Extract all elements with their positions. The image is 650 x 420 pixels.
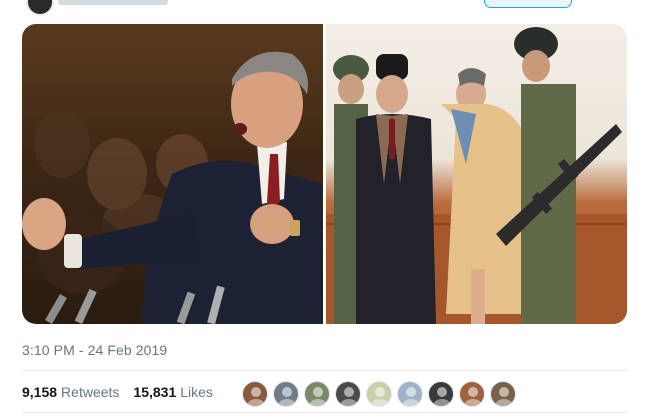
liker-4-avatar[interactable] bbox=[335, 381, 361, 407]
avatar-figure-icon bbox=[278, 387, 296, 406]
avatar-figure-icon bbox=[340, 387, 358, 406]
liker-7-avatar[interactable] bbox=[428, 381, 454, 407]
liker-6-avatar[interactable] bbox=[397, 381, 423, 407]
avatar-figure-icon bbox=[402, 387, 420, 406]
avatar-figure-icon bbox=[371, 387, 389, 406]
liker-2-avatar[interactable] bbox=[273, 381, 299, 407]
liker-9-avatar[interactable] bbox=[490, 381, 516, 407]
likes-count: 15,831 bbox=[133, 384, 177, 400]
avatar-figure-icon bbox=[309, 387, 327, 406]
avatar-figure-icon bbox=[495, 387, 513, 406]
author-avatar[interactable] bbox=[26, 0, 54, 16]
avatar-figure-icon bbox=[433, 387, 451, 406]
follow-button[interactable] bbox=[484, 0, 572, 8]
liker-8-avatar[interactable] bbox=[459, 381, 485, 407]
avatar-figure-icon bbox=[247, 387, 265, 406]
avatar-figure-icon bbox=[464, 387, 482, 406]
left-photo-illustration bbox=[22, 51, 323, 324]
tweet-media-grid bbox=[22, 24, 627, 324]
liker-5-avatar[interactable] bbox=[366, 381, 392, 407]
media-photo-left[interactable] bbox=[22, 24, 323, 324]
author-name-placeholder[interactable] bbox=[58, 0, 168, 5]
divider-top bbox=[22, 370, 628, 371]
retweets-count: 9,158 bbox=[22, 384, 58, 400]
likes-stat[interactable]: 15,831 Likes bbox=[133, 384, 213, 400]
retweets-stat[interactable]: 9,158 Retweets bbox=[22, 384, 119, 400]
tweet-stats: 9,158 Retweets 15,831 Likes bbox=[22, 378, 227, 406]
retweets-label: Retweets bbox=[61, 384, 120, 400]
right-photo-illustration bbox=[326, 27, 627, 324]
tweet-detail: 3:10 PM - 24 Feb 2019 9,158 Retweets 15,… bbox=[0, 0, 650, 420]
likes-label: Likes bbox=[180, 384, 213, 400]
tweet-header-cutoff bbox=[0, 0, 650, 16]
divider-bottom bbox=[22, 412, 628, 413]
liker-1-avatar[interactable] bbox=[242, 381, 268, 407]
liker-3-avatar[interactable] bbox=[304, 381, 330, 407]
liker-avatars bbox=[242, 380, 521, 408]
tweet-timestamp[interactable]: 3:10 PM - 24 Feb 2019 bbox=[22, 342, 167, 358]
media-photo-right[interactable] bbox=[326, 24, 627, 324]
